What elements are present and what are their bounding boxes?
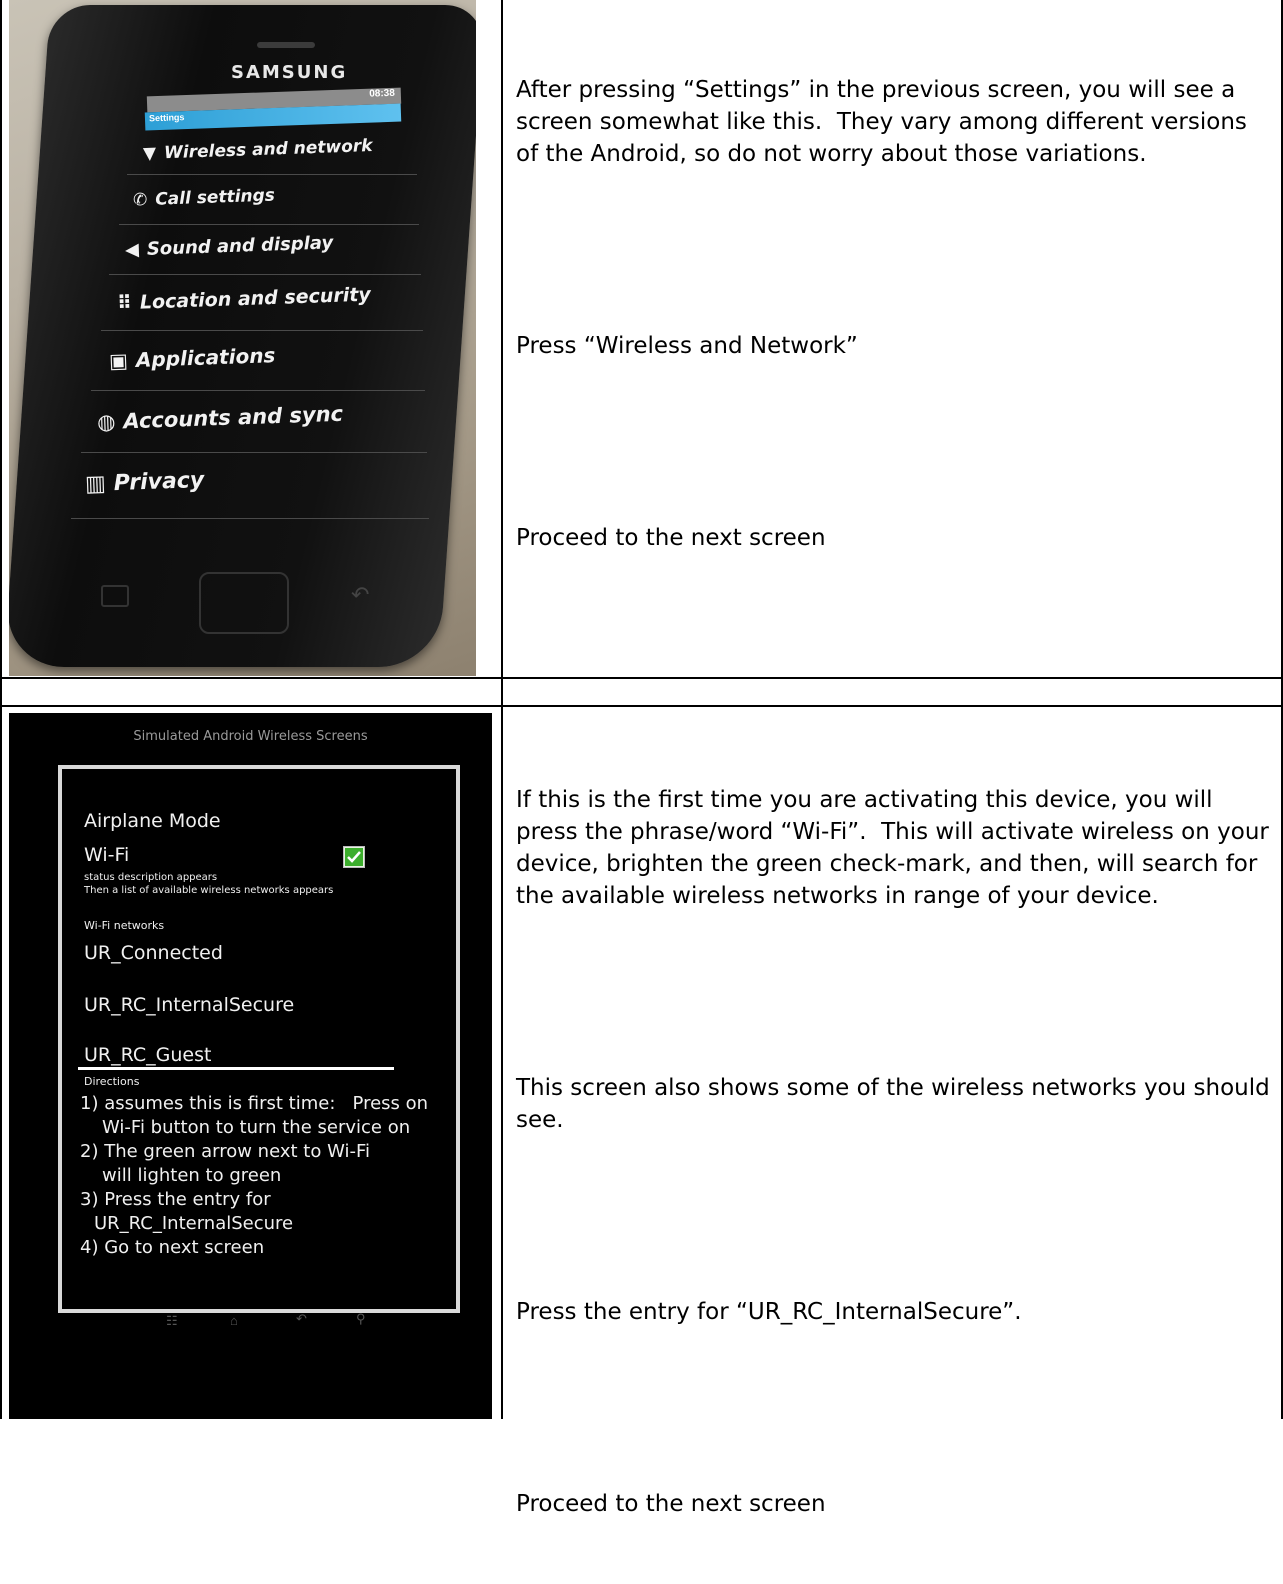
home-button[interactable]: [199, 572, 289, 634]
row2-instructions: If this is the first time you are activa…: [516, 720, 1276, 1584]
simulated-wireless-screen: Simulated Android Wireless Screens: [9, 713, 492, 1419]
guest-underline: [78, 1067, 394, 1070]
grid-lock-icon: ⠿: [116, 291, 133, 315]
settings-header-label: Settings: [148, 112, 185, 124]
phone-icon: ✆: [132, 189, 148, 211]
menu-key[interactable]: [101, 585, 129, 607]
direction-line: 4) Go to next screen: [80, 1237, 265, 1258]
row1-instructions: After pressing “Settings” in the previou…: [516, 10, 1276, 618]
table-column-divider: [501, 0, 503, 1419]
applications-icon: ▣: [108, 348, 129, 373]
network-entry-ur-connected[interactable]: UR_Connected: [84, 942, 223, 964]
menu-divider: [101, 330, 423, 331]
search-softkey-icon[interactable]: ⚲: [356, 1311, 366, 1327]
row-divider-1: [0, 677, 1283, 679]
wifi-option[interactable]: Wi-Fi: [84, 844, 129, 866]
network-entry-ur-rc-guest[interactable]: UR_RC_Guest: [84, 1044, 211, 1066]
directions-label: Directions: [84, 1075, 140, 1088]
instruction-table: SAMSUNG 08:38 Settings ▼ Wireless and net…: [0, 0, 1283, 1517]
sync-icon: ◍: [96, 409, 116, 435]
menu-softkey-icon[interactable]: ☷: [166, 1313, 178, 1329]
menu-item-label: Privacy: [113, 467, 205, 497]
home-softkey-icon[interactable]: ⌂: [230, 1313, 238, 1328]
table-border-left: [0, 0, 2, 1419]
wifi-checkbox[interactable]: [343, 846, 365, 868]
paragraph: Press the entry for “UR_RC_InternalSecur…: [516, 1299, 1022, 1325]
paragraph: This screen also shows some of the wirel…: [516, 1075, 1278, 1133]
sim-title: Simulated Android Wireless Screens: [133, 729, 368, 744]
speaker-icon: ◀: [124, 239, 140, 261]
privacy-icon: ▥: [84, 471, 107, 498]
paragraph: After pressing “Settings” in the previou…: [516, 77, 1255, 167]
paragraph: Proceed to the next screen: [516, 525, 826, 551]
menu-item-privacy[interactable]: ▥ Privacy: [85, 468, 205, 497]
network-entry-ur-rc-internalsecure[interactable]: UR_RC_InternalSecure: [84, 994, 294, 1016]
phone-speaker: [257, 42, 315, 48]
check-mark-icon: [345, 848, 363, 866]
menu-divider: [119, 224, 419, 225]
back-key-icon[interactable]: ↶: [351, 582, 369, 608]
direction-line: 3) Press the entry for: [80, 1189, 271, 1210]
wifi-status-description: status description appears: [84, 872, 218, 883]
wifi-status-list-note: Then a list of available wireless networ…: [84, 885, 334, 896]
back-softkey-icon[interactable]: ↶: [296, 1311, 307, 1327]
direction-line: UR_RC_InternalSecure: [94, 1213, 294, 1234]
phone-brand: SAMSUNG: [231, 62, 348, 83]
status-time: 08:38: [369, 87, 396, 100]
direction-line: will lighten to green: [102, 1165, 282, 1186]
paragraph: If this is the first time you are activa…: [516, 787, 1277, 909]
menu-item-label: Applications: [135, 343, 276, 372]
direction-line: 2) The green arrow next to Wi-Fi: [80, 1141, 371, 1162]
menu-item-label: Call settings: [154, 185, 276, 210]
wifi-networks-label: Wi-Fi networks: [84, 919, 165, 932]
row-divider-2: [0, 705, 1283, 707]
paragraph: Press “Wireless and Network”: [516, 333, 858, 359]
wifi-icon: ▼: [142, 143, 157, 164]
menu-divider: [81, 452, 427, 453]
menu-divider: [109, 274, 421, 275]
menu-divider: [91, 390, 425, 391]
paragraph: Proceed to the next screen: [516, 1491, 826, 1517]
airplane-mode-option[interactable]: Airplane Mode: [84, 810, 221, 832]
direction-line: 1) assumes this is first time: Press on: [80, 1093, 429, 1114]
phone-settings-photo: SAMSUNG 08:38 Settings ▼ Wireless and net…: [9, 0, 476, 676]
menu-divider: [127, 174, 417, 175]
direction-line: Wi-Fi button to turn the service on: [102, 1117, 411, 1138]
menu-divider: [71, 518, 429, 519]
